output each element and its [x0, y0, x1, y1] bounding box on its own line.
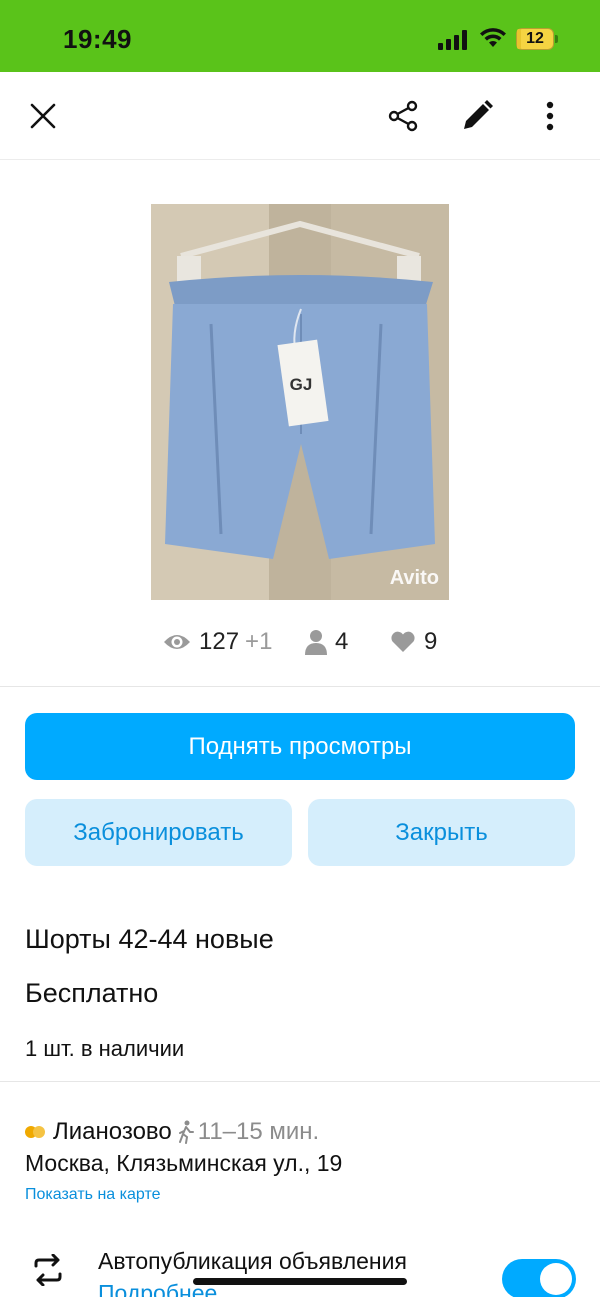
metro-name: Лианозово [53, 1118, 172, 1145]
status-bar: 19:49 12 [0, 0, 600, 72]
repeat-icon [34, 1254, 62, 1286]
views-new-count: +1 [245, 628, 273, 655]
photo-watermark: Avito [389, 567, 439, 589]
battery-cap [555, 35, 558, 43]
metro-line-dot [33, 1126, 45, 1138]
listing-stats: 127 +1 4 9 [0, 622, 600, 666]
close-button[interactable] [21, 94, 65, 138]
close-listing-button[interactable]: Закрыть [308, 799, 575, 866]
eye-icon [164, 635, 190, 649]
more-vertical-icon [546, 101, 554, 131]
cellular-signal-icon [438, 30, 467, 50]
toggle-knob [540, 1263, 572, 1295]
walk-time-text: 11–15 мин. [197, 1118, 320, 1145]
favorites-stat: 9 [390, 628, 437, 656]
book-button[interactable]: Забронировать [25, 799, 292, 866]
metro-line-icon [25, 1126, 45, 1138]
close-icon [30, 103, 56, 129]
battery-indicator: 12 [516, 28, 558, 50]
listing-price: Бесплатно [25, 978, 159, 1008]
address: Москва, Клязьминская ул., 19 [25, 1150, 343, 1176]
favorites-count: 9 [424, 628, 438, 655]
stock-info: 1 шт. в наличии [25, 1036, 185, 1061]
price-tag: GJ [290, 375, 313, 394]
walk-time: 11–15 мин. [178, 1118, 319, 1146]
top-toolbar [0, 72, 600, 160]
contacts-stat: 4 [305, 628, 348, 656]
listing-photo[interactable]: GJ Avito [151, 204, 449, 600]
divider [0, 1081, 600, 1082]
share-button[interactable] [381, 94, 425, 138]
wifi-icon [480, 28, 506, 47]
person-icon [305, 630, 327, 655]
status-time: 19:49 [63, 24, 132, 54]
contacts-count: 4 [335, 628, 349, 655]
autopublish-toggle[interactable] [502, 1259, 576, 1297]
shorts-photo-illustration: GJ [151, 204, 449, 600]
walking-icon [178, 1120, 194, 1144]
views-stat: 127 +1 [163, 628, 272, 656]
heart-icon [391, 631, 415, 652]
divider [0, 686, 600, 687]
more-options-button[interactable] [528, 94, 572, 138]
home-indicator[interactable] [193, 1278, 407, 1285]
listing-title: Шорты 42-44 новые [25, 924, 274, 954]
autopublish-title: Автопубликация объявления [98, 1248, 407, 1274]
battery-percent: 12 [526, 30, 544, 47]
edit-button[interactable] [455, 94, 499, 138]
metro-station: Лианозово 11–15 мин. [25, 1118, 319, 1146]
boost-views-button[interactable]: Поднять просмотры [25, 713, 575, 780]
views-count: 127 [199, 628, 240, 655]
edit-icon [464, 100, 493, 129]
show-on-map-link[interactable]: Показать на карте [25, 1186, 160, 1204]
share-icon [388, 100, 418, 132]
